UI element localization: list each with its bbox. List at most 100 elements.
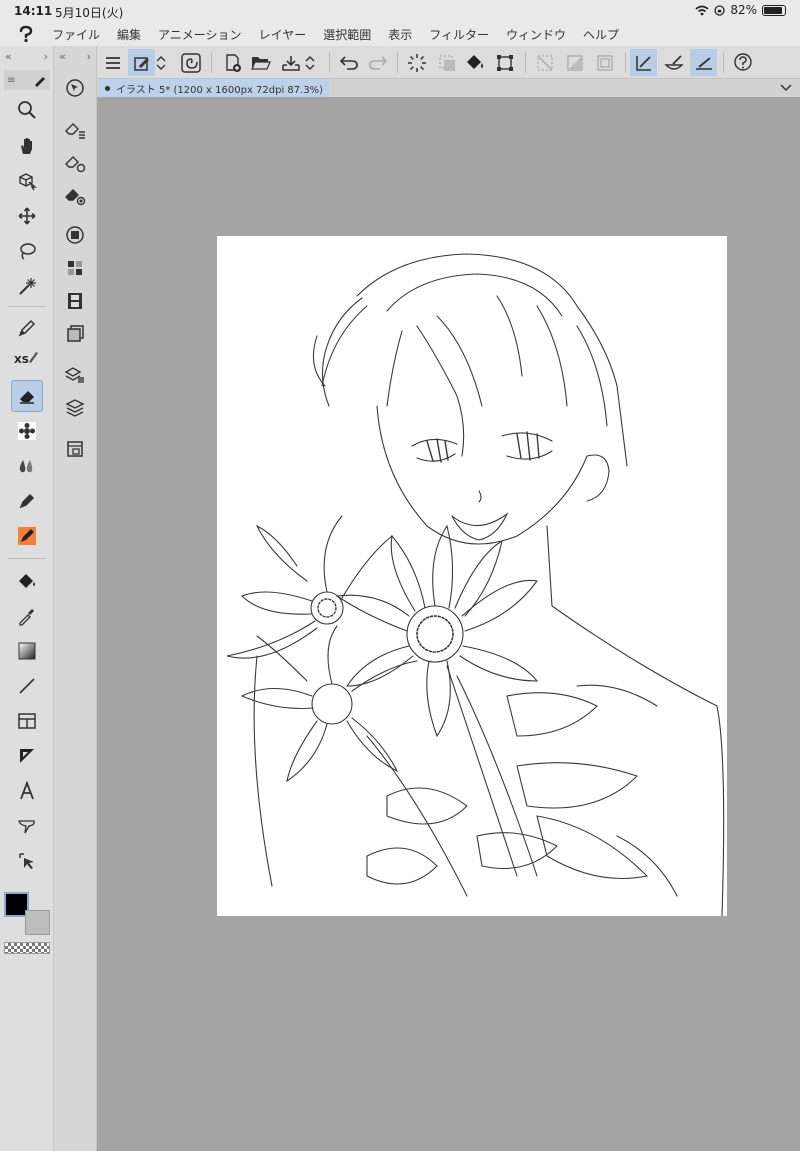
tool-palette-header: « ›: [0, 46, 53, 66]
film-strip-icon: [68, 293, 82, 309]
command-bar: [97, 46, 800, 79]
magic-wand-tool[interactable]: [11, 270, 43, 302]
eyedropper-tool[interactable]: [11, 600, 43, 632]
menu-file[interactable]: ファイル: [52, 26, 100, 43]
layer-property-button[interactable]: [60, 319, 90, 349]
navigator-button[interactable]: [60, 73, 90, 103]
clear-button[interactable]: [403, 49, 430, 76]
redo-button[interactable]: [364, 49, 391, 76]
save-options-button[interactable]: [302, 49, 318, 76]
simple-mode-button[interactable]: [128, 49, 155, 76]
transform-button[interactable]: [491, 49, 518, 76]
save-button[interactable]: [277, 49, 304, 76]
layers-icon: [65, 399, 85, 417]
switch-mode-button[interactable]: [153, 49, 169, 76]
new-file-button[interactable]: [219, 49, 246, 76]
pencil-small-icon: [29, 352, 38, 363]
lasso-select-tool[interactable]: [11, 235, 43, 267]
frame-tool[interactable]: [11, 705, 43, 737]
canvas-area[interactable]: [97, 97, 800, 1151]
deselect-button[interactable]: [531, 49, 558, 76]
tool-palette-tab[interactable]: ≡: [4, 70, 50, 90]
correct-line-tool[interactable]: [11, 845, 43, 877]
menu-animation[interactable]: アニメーション: [158, 26, 242, 43]
sub-color-swatch[interactable]: [25, 910, 50, 935]
line-icon: [19, 678, 35, 694]
battery-icon: [762, 4, 786, 16]
color-set-button[interactable]: [60, 253, 90, 283]
deselect-icon: [536, 54, 553, 71]
pen-nib-icon: [18, 319, 36, 337]
pen-tab-icon: [35, 77, 45, 87]
eraser-tool[interactable]: [11, 380, 43, 412]
menu-lines-icon[interactable]: ≡: [7, 75, 15, 86]
ruler-tool[interactable]: [11, 740, 43, 772]
expand-selection-button[interactable]: [591, 49, 618, 76]
save-tray-icon: [281, 55, 300, 71]
flower-stamp-icon: [18, 422, 36, 440]
status-right: 82%: [695, 3, 786, 17]
status-date: 5月10日(火): [55, 6, 124, 20]
brush-size-button[interactable]: [60, 181, 90, 211]
undo-button[interactable]: [335, 49, 362, 76]
material-panel-button[interactable]: [60, 434, 90, 464]
zoom-tool[interactable]: [11, 94, 43, 126]
collapse-left-icon[interactable]: «: [5, 50, 12, 63]
color-circle-button[interactable]: [60, 220, 90, 250]
object-tool[interactable]: [11, 165, 43, 197]
snap-special-ruler-button[interactable]: [660, 49, 687, 76]
drawing-canvas[interactable]: [217, 236, 727, 917]
invert-selection-button[interactable]: [561, 49, 588, 76]
app-logo-icon[interactable]: [0, 25, 52, 43]
snap-grid-button[interactable]: [690, 49, 717, 76]
hand-tool[interactable]: [11, 130, 43, 162]
blend-tool[interactable]: [11, 450, 43, 482]
menu-bar: ファイル 編集 アニメーション レイヤー 選択範囲 表示 フィルター ウィンドウ…: [0, 22, 800, 46]
menu-layer[interactable]: レイヤー: [259, 26, 307, 43]
decoration-tool[interactable]: [11, 415, 43, 447]
fill-selection-button[interactable]: [433, 49, 460, 76]
layer-panel-button[interactable]: [60, 393, 90, 423]
collapse-left-icon[interactable]: «: [59, 50, 66, 63]
menu-selection[interactable]: 選択範囲: [323, 26, 371, 43]
redo-icon: [368, 55, 387, 70]
eraser-icon: [20, 391, 34, 404]
menu-window[interactable]: ウィンドウ: [506, 26, 566, 43]
marker-tool[interactable]: [11, 485, 43, 517]
timeline-button[interactable]: [60, 286, 90, 316]
menu-edit[interactable]: 編集: [117, 26, 141, 43]
fill-tool[interactable]: [11, 565, 43, 597]
move-tool[interactable]: [11, 200, 43, 232]
layer-search-button[interactable]: [60, 360, 90, 390]
text-a-icon: [20, 781, 34, 800]
paint-bucket-icon: [19, 574, 35, 588]
expand-right-icon[interactable]: ›: [87, 50, 91, 63]
hand-icon: [21, 138, 32, 154]
balloon-tool[interactable]: [11, 810, 43, 842]
open-file-button[interactable]: [247, 49, 274, 76]
menu-button[interactable]: [99, 49, 126, 76]
menu-view[interactable]: 表示: [388, 26, 412, 43]
line-tool[interactable]: [11, 670, 43, 702]
companion-button[interactable]: [177, 49, 204, 76]
tool-property-button[interactable]: [60, 148, 90, 178]
sub-tool-panel-button[interactable]: [60, 115, 90, 145]
pencil-xs-tool[interactable]: XS: [11, 346, 43, 378]
wifi-icon: [695, 5, 709, 15]
magnifier-icon: [18, 101, 36, 119]
pen-tool[interactable]: [11, 312, 43, 344]
expand-right-icon[interactable]: ›: [44, 50, 48, 63]
snap-ruler-button[interactable]: [630, 49, 657, 76]
menu-filter[interactable]: フィルター: [429, 26, 489, 43]
document-tab[interactable]: イラスト 5* (1200 x 1600px 72dpi 87.3%): [99, 79, 330, 97]
fill-button[interactable]: [461, 49, 488, 76]
gradient-tool[interactable]: [11, 635, 43, 667]
fill-pen-tool[interactable]: [11, 520, 43, 552]
text-tool[interactable]: [11, 775, 43, 807]
chevron-down-icon[interactable]: [780, 81, 792, 93]
hamburger-icon: [105, 56, 120, 69]
help-button[interactable]: [729, 49, 756, 76]
transparent-color-swatch[interactable]: [4, 942, 50, 954]
folder-open-icon: [250, 56, 271, 70]
menu-help[interactable]: ヘルプ: [583, 26, 619, 43]
